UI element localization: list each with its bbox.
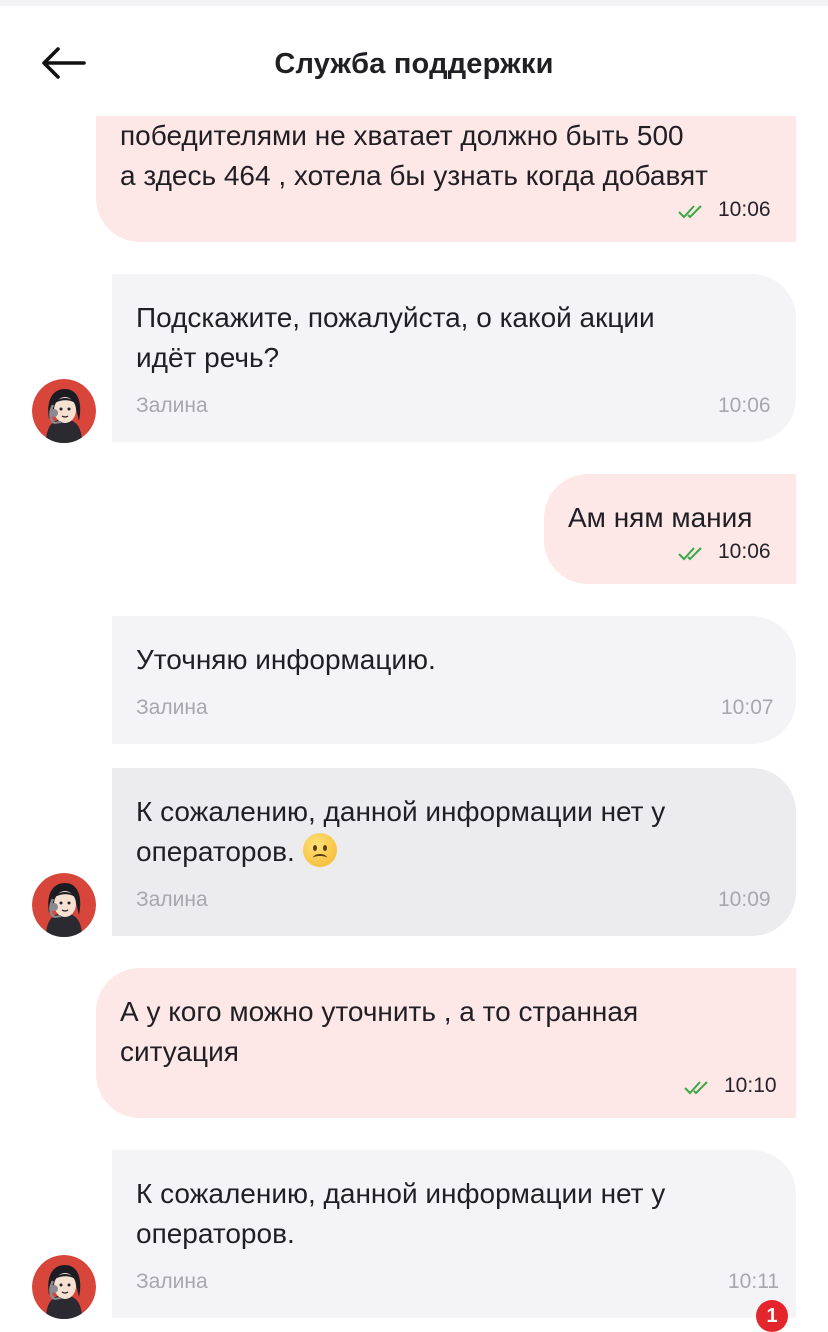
message-time: 10:06 [718,540,771,563]
message-time: 10:06 [718,394,771,417]
message-time: 10:07 [721,696,774,719]
operator-avatar-icon [32,1255,96,1319]
double-check-icon [684,1081,708,1095]
worried-face-emoji [302,833,337,867]
page-title: Служба поддержки [274,48,554,80]
double-check-icon [678,205,702,219]
message-text: победителями не хватает должно быть 500 … [120,120,708,191]
sender-name: Залина [136,696,208,719]
message-time: 10:06 [718,198,771,221]
message-incoming: Подскажите, пожалуйста, о какой акции ид… [112,274,796,442]
sender-name: Залина [136,394,208,417]
message-incoming: К сожалению, данной информации нет у опе… [112,1150,796,1318]
message-text: Подскажите, пожалуйста, о какой акции ид… [136,302,655,373]
operator-avatar-icon [32,873,96,937]
message-outgoing: победителями не хватает должно быть 500 … [96,100,796,242]
sender-name: Залина [136,1270,208,1293]
message-text-body: К сожалению, данной информации нет у опе… [136,796,666,867]
unread-badge[interactable]: 1 [756,1300,788,1332]
app-header: Служба поддержки [0,6,828,116]
message-text: Ам ням мания [568,502,753,533]
message-incoming: Уточняю информацию. Залина 10:07 [112,616,796,744]
message-text: К сожалению, данной информации нет у опе… [136,1178,666,1249]
chat-thread[interactable]: победителями не хватает должно быть 500 … [0,0,828,1332]
message-text: А у кого можно уточнить , а то странная … [120,996,639,1067]
sender-name: Залина [136,888,208,911]
message-text: К сожалению, данной информации нет у опе… [136,792,665,872]
message-outgoing: А у кого можно уточнить , а то странная … [96,968,796,1118]
message-time: 10:10 [724,1074,777,1097]
message-outgoing: Ам ням мания 10:06 [544,474,796,584]
message-time: 10:11 [728,1270,779,1293]
operator-avatar-icon [32,379,96,443]
message-incoming: К сожалению, данной информации нет у опе… [112,768,796,936]
message-text: Уточняю информацию. [136,644,436,675]
message-time: 10:09 [718,888,771,911]
double-check-icon [678,547,702,561]
